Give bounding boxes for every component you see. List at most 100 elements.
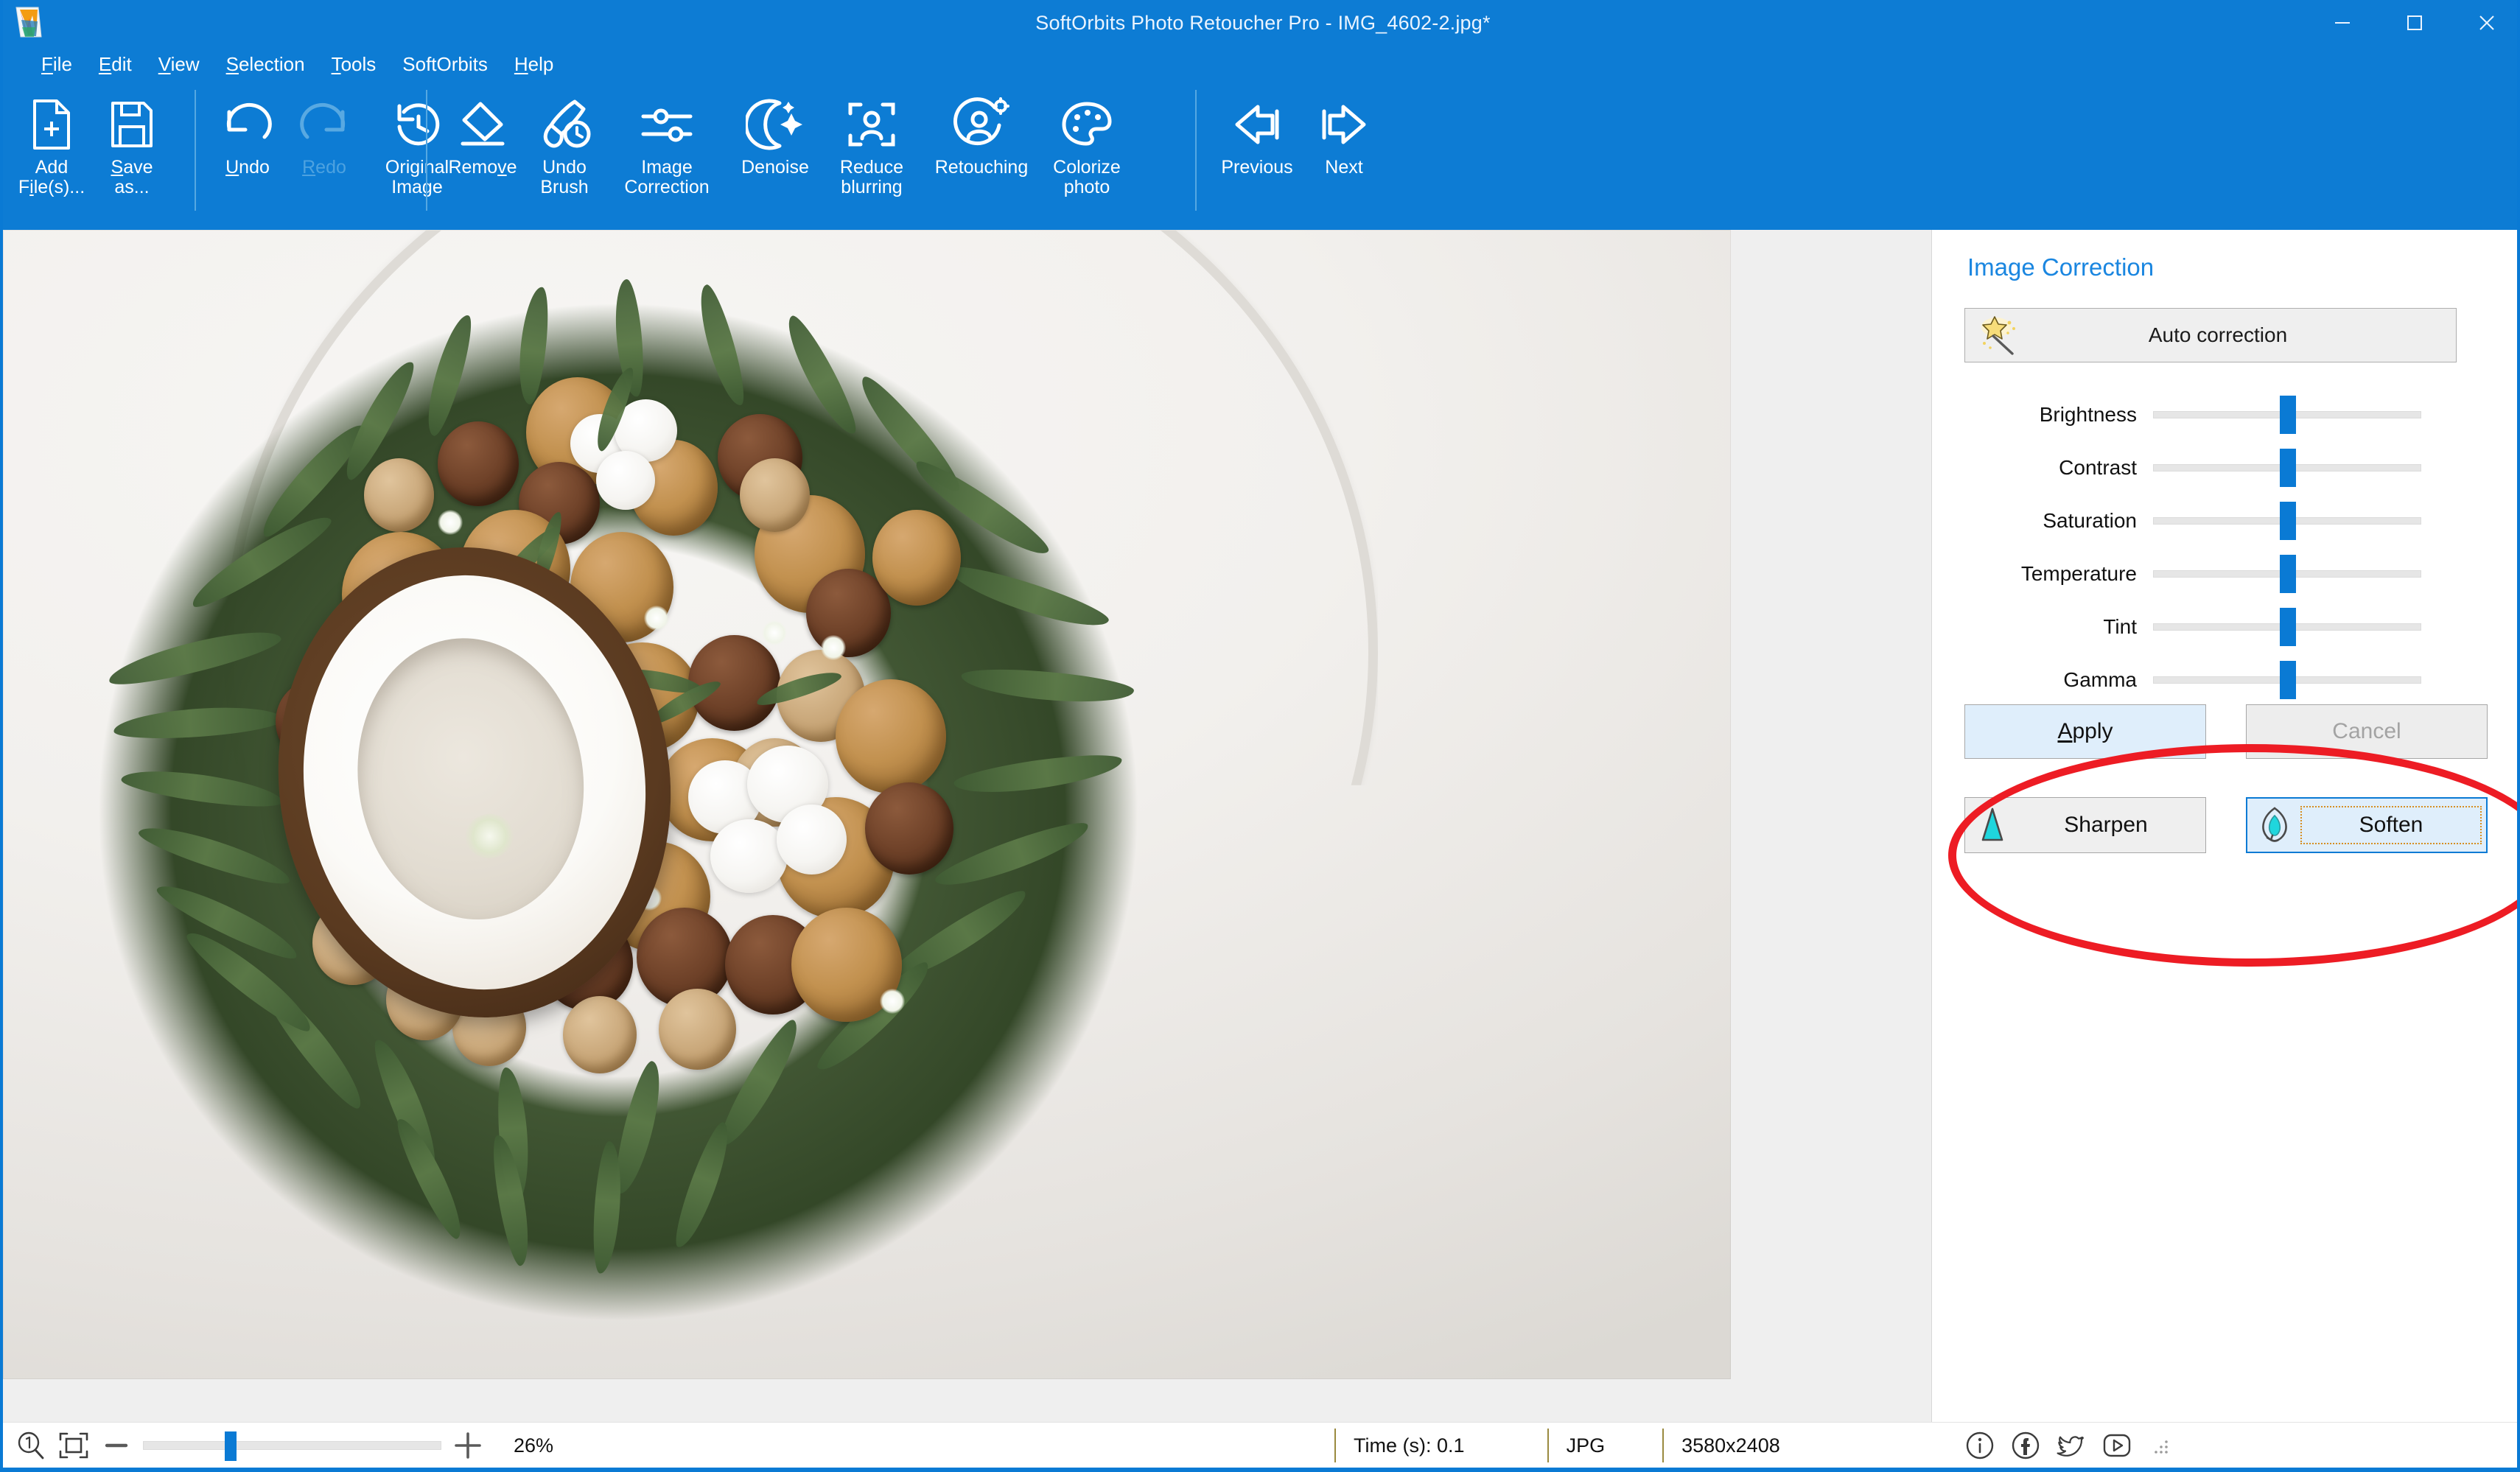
photo-canvas[interactable] <box>3 230 1731 1379</box>
soften-label: Soften <box>2300 806 2482 844</box>
status-dimensions: 3580x2408 <box>1662 1429 1780 1462</box>
maximize-button[interactable] <box>2379 0 2451 46</box>
sharpen-label: Sharpen <box>2064 813 2148 837</box>
portrait-frame-icon <box>843 93 900 156</box>
slider-track-gamma[interactable] <box>2153 661 2421 699</box>
toolbar-label: Retouching <box>934 157 1029 178</box>
youtube-icon[interactable] <box>2094 1424 2140 1467</box>
status-bar: 26% Time (s): 0.1 JPG 3580x2408 <box>3 1422 2517 1468</box>
slider-label: Saturation <box>2043 509 2137 532</box>
magic-wand-icon <box>1981 316 2015 355</box>
slider-track-temperature[interactable] <box>2153 555 2421 593</box>
toolbar-button-retouching[interactable]: Retouching <box>923 83 1040 178</box>
minimize-button[interactable] <box>2306 0 2379 46</box>
toolbar-separator <box>195 90 196 211</box>
slider-row-contrast: Contrast <box>1932 441 2517 494</box>
redo-arrow-icon <box>295 93 353 156</box>
zoom-in-icon[interactable] <box>452 1429 484 1462</box>
info-icon[interactable] <box>1957 1424 2003 1467</box>
toolbar-button-undo[interactable]: Undo <box>209 83 286 178</box>
toolbar-label: Reduce blurring <box>839 157 904 197</box>
toolbar-group-file: Add File(s)... Save as... <box>10 83 171 230</box>
toolbar-group-navigation: Previous Next <box>1182 83 1384 230</box>
menu-item-selection[interactable]: Selection <box>213 49 318 80</box>
toolbar-button-redo: Redo <box>286 83 363 178</box>
menu-item-file[interactable]: File <box>28 49 85 80</box>
window-title: SoftOrbits Photo Retoucher Pro - IMG_460… <box>1035 12 1491 34</box>
slider-row-gamma: Gamma <box>1932 653 2517 707</box>
zoom-out-icon[interactable] <box>100 1429 133 1462</box>
facebook-icon[interactable] <box>2003 1424 2048 1467</box>
zoom-slider[interactable] <box>143 1431 441 1461</box>
canvas-area[interactable] <box>3 230 1931 1422</box>
toolbar-label: Add File(s)... <box>18 157 85 197</box>
slider-thumb-saturation[interactable] <box>2280 502 2296 540</box>
slider-thumb-brightness[interactable] <box>2280 396 2296 434</box>
slider-label: Contrast <box>2059 456 2137 479</box>
coconut-cavity <box>339 623 602 935</box>
slider-thumb-gamma[interactable] <box>2280 661 2296 699</box>
soften-droplet-icon <box>2247 805 2302 845</box>
eraser-icon <box>455 93 510 156</box>
toolbar-button-previous[interactable]: Previous <box>1210 83 1304 178</box>
social-links <box>1957 1424 2172 1467</box>
ribbon-toolbar: Add File(s)... Save as... Undo Redo Orig… <box>3 83 2517 230</box>
menu-item-help[interactable]: Help <box>501 49 567 80</box>
zoom-percent-label: 26% <box>514 1434 554 1457</box>
close-button[interactable] <box>2451 0 2517 46</box>
slider-row-temperature: Temperature <box>1932 547 2517 600</box>
nut-bouquet <box>99 278 1138 1320</box>
slider-track-tint[interactable] <box>2153 608 2421 646</box>
toolbar-button-reduce-blurring[interactable]: Reduce blurring <box>821 83 923 197</box>
soften-button[interactable]: Soften <box>2246 797 2488 853</box>
slider-row-saturation: Saturation <box>1932 494 2517 547</box>
slider-label: Temperature <box>2020 562 2137 585</box>
slider-thumb-temperature[interactable] <box>2280 555 2296 593</box>
toolbar-button-save-as[interactable]: Save as... <box>93 83 171 197</box>
slider-row-brightness: Brightness <box>1932 388 2517 441</box>
sharpen-button[interactable]: Sharpen <box>1964 797 2206 853</box>
menu-bar: File Edit View Selection Tools SoftOrbit… <box>3 46 2517 83</box>
slider-thumb-tint[interactable] <box>2280 608 2296 646</box>
menu-item-tools[interactable]: Tools <box>318 49 390 80</box>
status-format: JPG <box>1547 1429 1605 1462</box>
save-as-icon <box>108 93 155 156</box>
toolbar-button-image-correction[interactable]: Image Correction <box>604 83 729 197</box>
palette-icon <box>1058 93 1116 156</box>
toolbar-separator <box>1195 90 1197 211</box>
toolbar-button-denoise[interactable]: Denoise <box>729 83 821 178</box>
panel-action-buttons: Apply Cancel <box>1964 704 2488 759</box>
toolbar-button-colorize-photo[interactable]: Colorize photo <box>1040 83 1133 197</box>
slider-thumb-contrast[interactable] <box>2280 449 2296 487</box>
red-highlight-ellipse <box>1948 744 2517 967</box>
brush-clock-icon <box>536 93 592 156</box>
cancel-button[interactable]: Cancel <box>2246 704 2488 759</box>
menu-item-edit[interactable]: Edit <box>85 49 145 80</box>
toolbar-button-undo-brush[interactable]: Undo Brush <box>525 83 604 197</box>
application-window: SoftOrbits Photo Retoucher Pro - IMG_460… <box>0 0 2520 1472</box>
auto-correction-button[interactable]: Auto correction <box>1964 308 2457 362</box>
apply-button[interactable]: Apply <box>1964 704 2206 759</box>
undo-arrow-icon <box>219 93 276 156</box>
window-controls <box>2306 0 2517 46</box>
adjustment-sliders: Brightness Contrast Saturation Temperatu… <box>1932 388 2517 707</box>
slider-row-tint: Tint <box>1932 600 2517 653</box>
toolbar-button-next[interactable]: Next <box>1304 83 1384 178</box>
zoom-fit-icon[interactable] <box>57 1429 90 1462</box>
menu-item-softorbits[interactable]: SoftOrbits <box>389 49 501 80</box>
sharpen-soften-row: Sharpen Soften <box>1948 744 2517 967</box>
arrow-right-icon <box>1315 93 1373 156</box>
resize-grip-icon[interactable] <box>2150 1434 2172 1457</box>
toolbar-button-remove[interactable]: Remove <box>441 83 525 178</box>
slider-track-brightness[interactable] <box>2153 396 2421 434</box>
toolbar-separator <box>426 90 427 211</box>
menu-item-view[interactable]: View <box>145 49 213 80</box>
toolbar-button-add-files[interactable]: Add File(s)... <box>10 83 93 197</box>
zoom-slider-thumb[interactable] <box>225 1431 237 1461</box>
moon-stars-icon <box>746 93 805 156</box>
toolbar-label: Previous <box>1221 157 1293 178</box>
slider-track-contrast[interactable] <box>2153 449 2421 487</box>
slider-track-saturation[interactable] <box>2153 502 2421 540</box>
twitter-icon[interactable] <box>2048 1424 2094 1467</box>
zoom-actual-size-icon[interactable] <box>15 1429 47 1462</box>
